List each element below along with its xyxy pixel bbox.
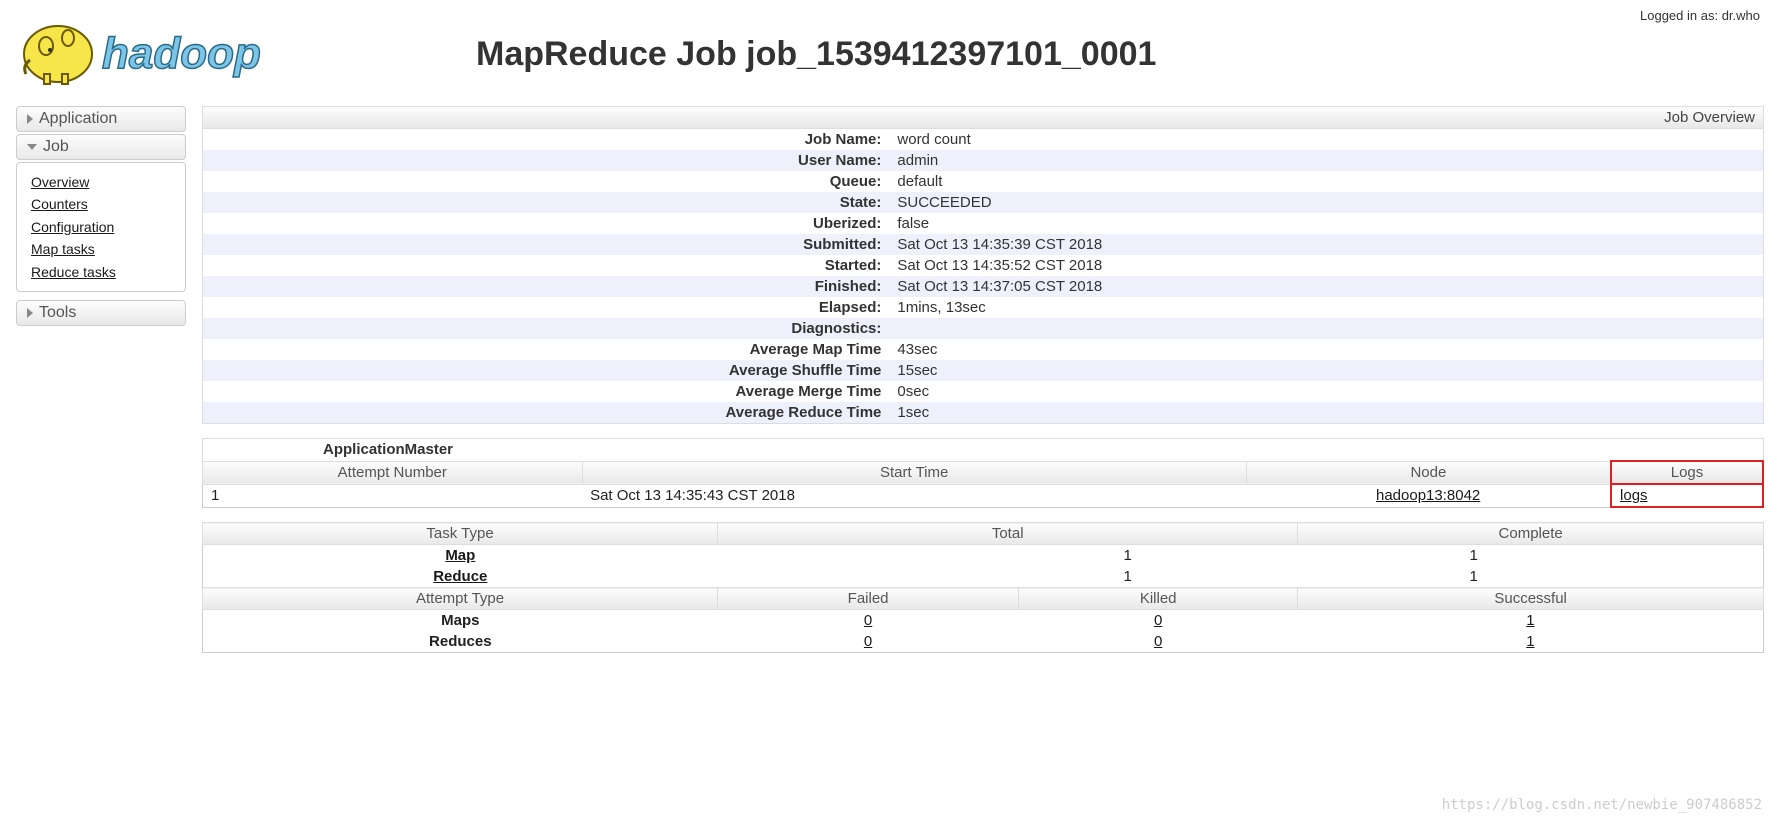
sidebar-label: Job — [43, 138, 69, 156]
col-logs: Logs — [1611, 461, 1763, 484]
sidebar: Application Job Overview Counters Config… — [16, 106, 186, 667]
col-successful: Successful — [1298, 588, 1764, 610]
job-overview-title: Job Overview — [203, 107, 1763, 129]
cell-killed: 0 — [1019, 610, 1298, 632]
sidebar-section-application[interactable]: Application — [16, 106, 186, 132]
sidebar-item-map-tasks[interactable]: Map tasks — [31, 238, 171, 260]
overview-key: Average Reduce Time — [203, 402, 889, 423]
app-master-row: 1 Sat Oct 13 14:35:43 CST 2018 hadoop13:… — [203, 484, 1764, 507]
success-link[interactable]: 1 — [1526, 612, 1534, 629]
overview-value: 1mins, 13sec — [889, 297, 1763, 318]
sidebar-item-reduce-tasks[interactable]: Reduce tasks — [31, 261, 171, 283]
col-start-time: Start Time — [582, 461, 1246, 484]
overview-key: Submitted: — [203, 234, 889, 255]
cell-start-time: Sat Oct 13 14:35:43 CST 2018 — [582, 484, 1246, 507]
col-node: Node — [1246, 461, 1611, 484]
overview-key: Average Shuffle Time — [203, 360, 889, 381]
overview-key: Average Merge Time — [203, 381, 889, 402]
overview-key: Uberized: — [203, 213, 889, 234]
watermark: https://blog.csdn.net/newbie_907486852 — [1442, 797, 1762, 813]
success-link[interactable]: 1 — [1526, 633, 1534, 650]
sidebar-section-tools[interactable]: Tools — [16, 300, 186, 326]
overview-value — [889, 318, 1763, 339]
sidebar-item-overview[interactable]: Overview — [31, 171, 171, 193]
overview-key: Elapsed: — [203, 297, 889, 318]
node-link[interactable]: hadoop13:8042 — [1376, 487, 1480, 504]
overview-key: Finished: — [203, 276, 889, 297]
cell-attempt-type: Reduces — [203, 631, 718, 653]
overview-value: default — [889, 171, 1763, 192]
job-overview-panel: Job Overview Job Name:word countUser Nam… — [202, 106, 1764, 424]
cell-attempt-type: Maps — [203, 610, 718, 632]
cell-successful: 1 — [1298, 610, 1764, 632]
killed-link[interactable]: 0 — [1154, 612, 1162, 629]
sidebar-label: Tools — [39, 304, 76, 322]
cell-complete: 1 — [1298, 566, 1764, 588]
col-attempt-type: Attempt Type — [203, 588, 718, 610]
overview-value: 0sec — [889, 381, 1763, 402]
map-link[interactable]: Map — [445, 547, 475, 564]
col-total: Total — [718, 523, 1298, 545]
sidebar-job-items: Overview Counters Configuration Map task… — [16, 162, 186, 292]
cell-logs: logs — [1611, 484, 1763, 507]
task-row-map: Map 1 1 — [203, 545, 1764, 567]
overview-value: 15sec — [889, 360, 1763, 381]
overview-value: Sat Oct 13 14:35:52 CST 2018 — [889, 255, 1763, 276]
app-master-table: ApplicationMaster Attempt Number Start T… — [202, 438, 1764, 508]
overview-key: State: — [203, 192, 889, 213]
overview-key: Average Map Time — [203, 339, 889, 360]
cell-failed: 0 — [718, 631, 1019, 653]
overview-value: word count — [889, 129, 1763, 150]
task-summary-table: Task Type Total Complete Map 1 1 Reduce … — [202, 522, 1764, 653]
sidebar-label: Application — [39, 110, 117, 128]
cell-task-type: Map — [203, 545, 718, 567]
cell-attempt: 1 — [203, 484, 583, 507]
sidebar-item-counters[interactable]: Counters — [31, 193, 171, 215]
overview-value: 1sec — [889, 402, 1763, 423]
overview-key: Queue: — [203, 171, 889, 192]
col-task-type: Task Type — [203, 523, 718, 545]
cell-node: hadoop13:8042 — [1246, 484, 1611, 507]
attempt-row-reduces: Reduces 0 0 1 — [203, 631, 1764, 653]
col-killed: Killed — [1019, 588, 1298, 610]
cell-killed: 0 — [1019, 631, 1298, 653]
sidebar-item-configuration[interactable]: Configuration — [31, 216, 171, 238]
overview-value: SUCCEEDED — [889, 192, 1763, 213]
svg-text:hadoop: hadoop — [102, 29, 261, 78]
overview-value: 43sec — [889, 339, 1763, 360]
attempt-row-maps: Maps 0 0 1 — [203, 610, 1764, 632]
overview-value: Sat Oct 13 14:37:05 CST 2018 — [889, 276, 1763, 297]
col-attempt-number: Attempt Number — [203, 461, 583, 484]
cell-failed: 0 — [718, 610, 1019, 632]
chevron-right-icon — [27, 114, 33, 124]
failed-link[interactable]: 0 — [864, 612, 872, 629]
logs-link[interactable]: logs — [1620, 487, 1648, 504]
chevron-down-icon — [27, 144, 37, 150]
reduce-link[interactable]: Reduce — [433, 568, 487, 585]
failed-link[interactable]: 0 — [864, 633, 872, 650]
sidebar-section-job[interactable]: Job — [16, 134, 186, 160]
cell-complete: 1 — [1298, 545, 1764, 567]
cell-total: 1 — [718, 545, 1298, 567]
app-master-title: ApplicationMaster — [203, 439, 1764, 462]
overview-key: Diagnostics: — [203, 318, 889, 339]
killed-link[interactable]: 0 — [1154, 633, 1162, 650]
task-row-reduce: Reduce 1 1 — [203, 566, 1764, 588]
overview-value: Sat Oct 13 14:35:39 CST 2018 — [889, 234, 1763, 255]
login-status: Logged in as: dr.who — [1640, 8, 1760, 23]
job-overview-table: Job Name:word countUser Name:adminQueue:… — [203, 129, 1763, 423]
cell-task-type: Reduce — [203, 566, 718, 588]
overview-key: User Name: — [203, 150, 889, 171]
overview-value: admin — [889, 150, 1763, 171]
overview-key: Job Name: — [203, 129, 889, 150]
cell-total: 1 — [718, 566, 1298, 588]
page-title: MapReduce Job job_1539412397101_0001 — [476, 35, 1156, 74]
chevron-right-icon — [27, 308, 33, 318]
col-complete: Complete — [1298, 523, 1764, 545]
overview-value: false — [889, 213, 1763, 234]
cell-successful: 1 — [1298, 631, 1764, 653]
hadoop-logo: hadoop — [16, 10, 346, 88]
col-failed: Failed — [718, 588, 1019, 610]
overview-key: Started: — [203, 255, 889, 276]
